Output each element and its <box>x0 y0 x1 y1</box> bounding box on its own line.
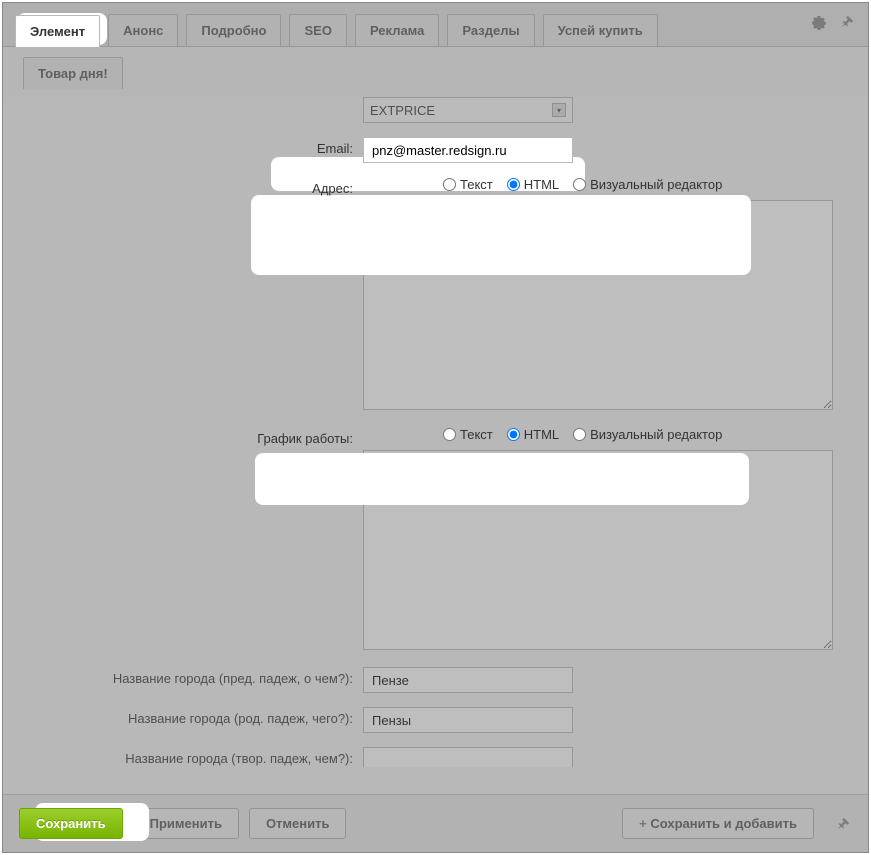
sub-tabbar: Товар дня! <box>3 47 868 97</box>
footer-pin-icon[interactable] <box>834 815 852 833</box>
schedule-label: График работы: <box>43 427 363 446</box>
gear-icon[interactable] <box>810 13 828 31</box>
select-value: EXTPRICE <box>370 103 435 118</box>
extprice-select[interactable]: EXTPRICE ▾ <box>363 97 573 123</box>
city-prep-input[interactable] <box>363 667 573 693</box>
email-input[interactable] <box>363 137 573 163</box>
address-radio-visual[interactable]: Визуальный редактор <box>573 177 722 192</box>
main-tabbar: Элемент Анонс Подробно SEO Реклама Разде… <box>3 3 868 47</box>
city-instr-input[interactable] <box>363 747 573 767</box>
admin-panel: Элемент Анонс Подробно SEO Реклама Разде… <box>2 2 869 853</box>
cancel-button[interactable]: Отменить <box>249 808 347 839</box>
tab-seo[interactable]: SEO <box>289 14 346 46</box>
email-label: Email: <box>43 137 363 156</box>
tab-element[interactable]: Элемент <box>15 15 100 47</box>
save-button[interactable]: Сохранить <box>19 808 123 839</box>
tab-ad[interactable]: Реклама <box>355 14 439 46</box>
schedule-radio-text[interactable]: Текст <box>443 427 493 442</box>
pin-icon[interactable] <box>838 13 856 31</box>
tab-detail[interactable]: Подробно <box>186 14 281 46</box>
address-radio-html[interactable]: HTML <box>507 177 559 192</box>
schedule-radio-html[interactable]: HTML <box>507 427 559 442</box>
tab-buy-now[interactable]: Успей купить <box>543 14 658 46</box>
empty-label <box>43 97 363 101</box>
city-prep-label: Название города (пред. падеж, о чем?): <box>43 667 363 686</box>
address-radio-text[interactable]: Текст <box>443 177 493 192</box>
schedule-mode-radios: Текст HTML Визуальный редактор <box>363 427 848 450</box>
tab-anons[interactable]: Анонс <box>108 14 178 46</box>
subtab-deal-of-day[interactable]: Товар дня! <box>23 57 123 89</box>
city-instr-label: Название города (твор. падеж, чем?): <box>43 747 363 766</box>
address-label: Адрес: <box>43 177 363 196</box>
address-mode-radios: Текст HTML Визуальный редактор <box>363 177 848 200</box>
schedule-radio-visual[interactable]: Визуальный редактор <box>573 427 722 442</box>
chevron-down-icon: ▾ <box>552 103 566 117</box>
city-gen-label: Название города (род. падеж, чего?): <box>43 707 363 726</box>
tab-sections[interactable]: Разделы <box>447 14 534 46</box>
save-and-add-button[interactable]: Сохранить и добавить <box>622 808 814 839</box>
city-gen-input[interactable] <box>363 707 573 733</box>
